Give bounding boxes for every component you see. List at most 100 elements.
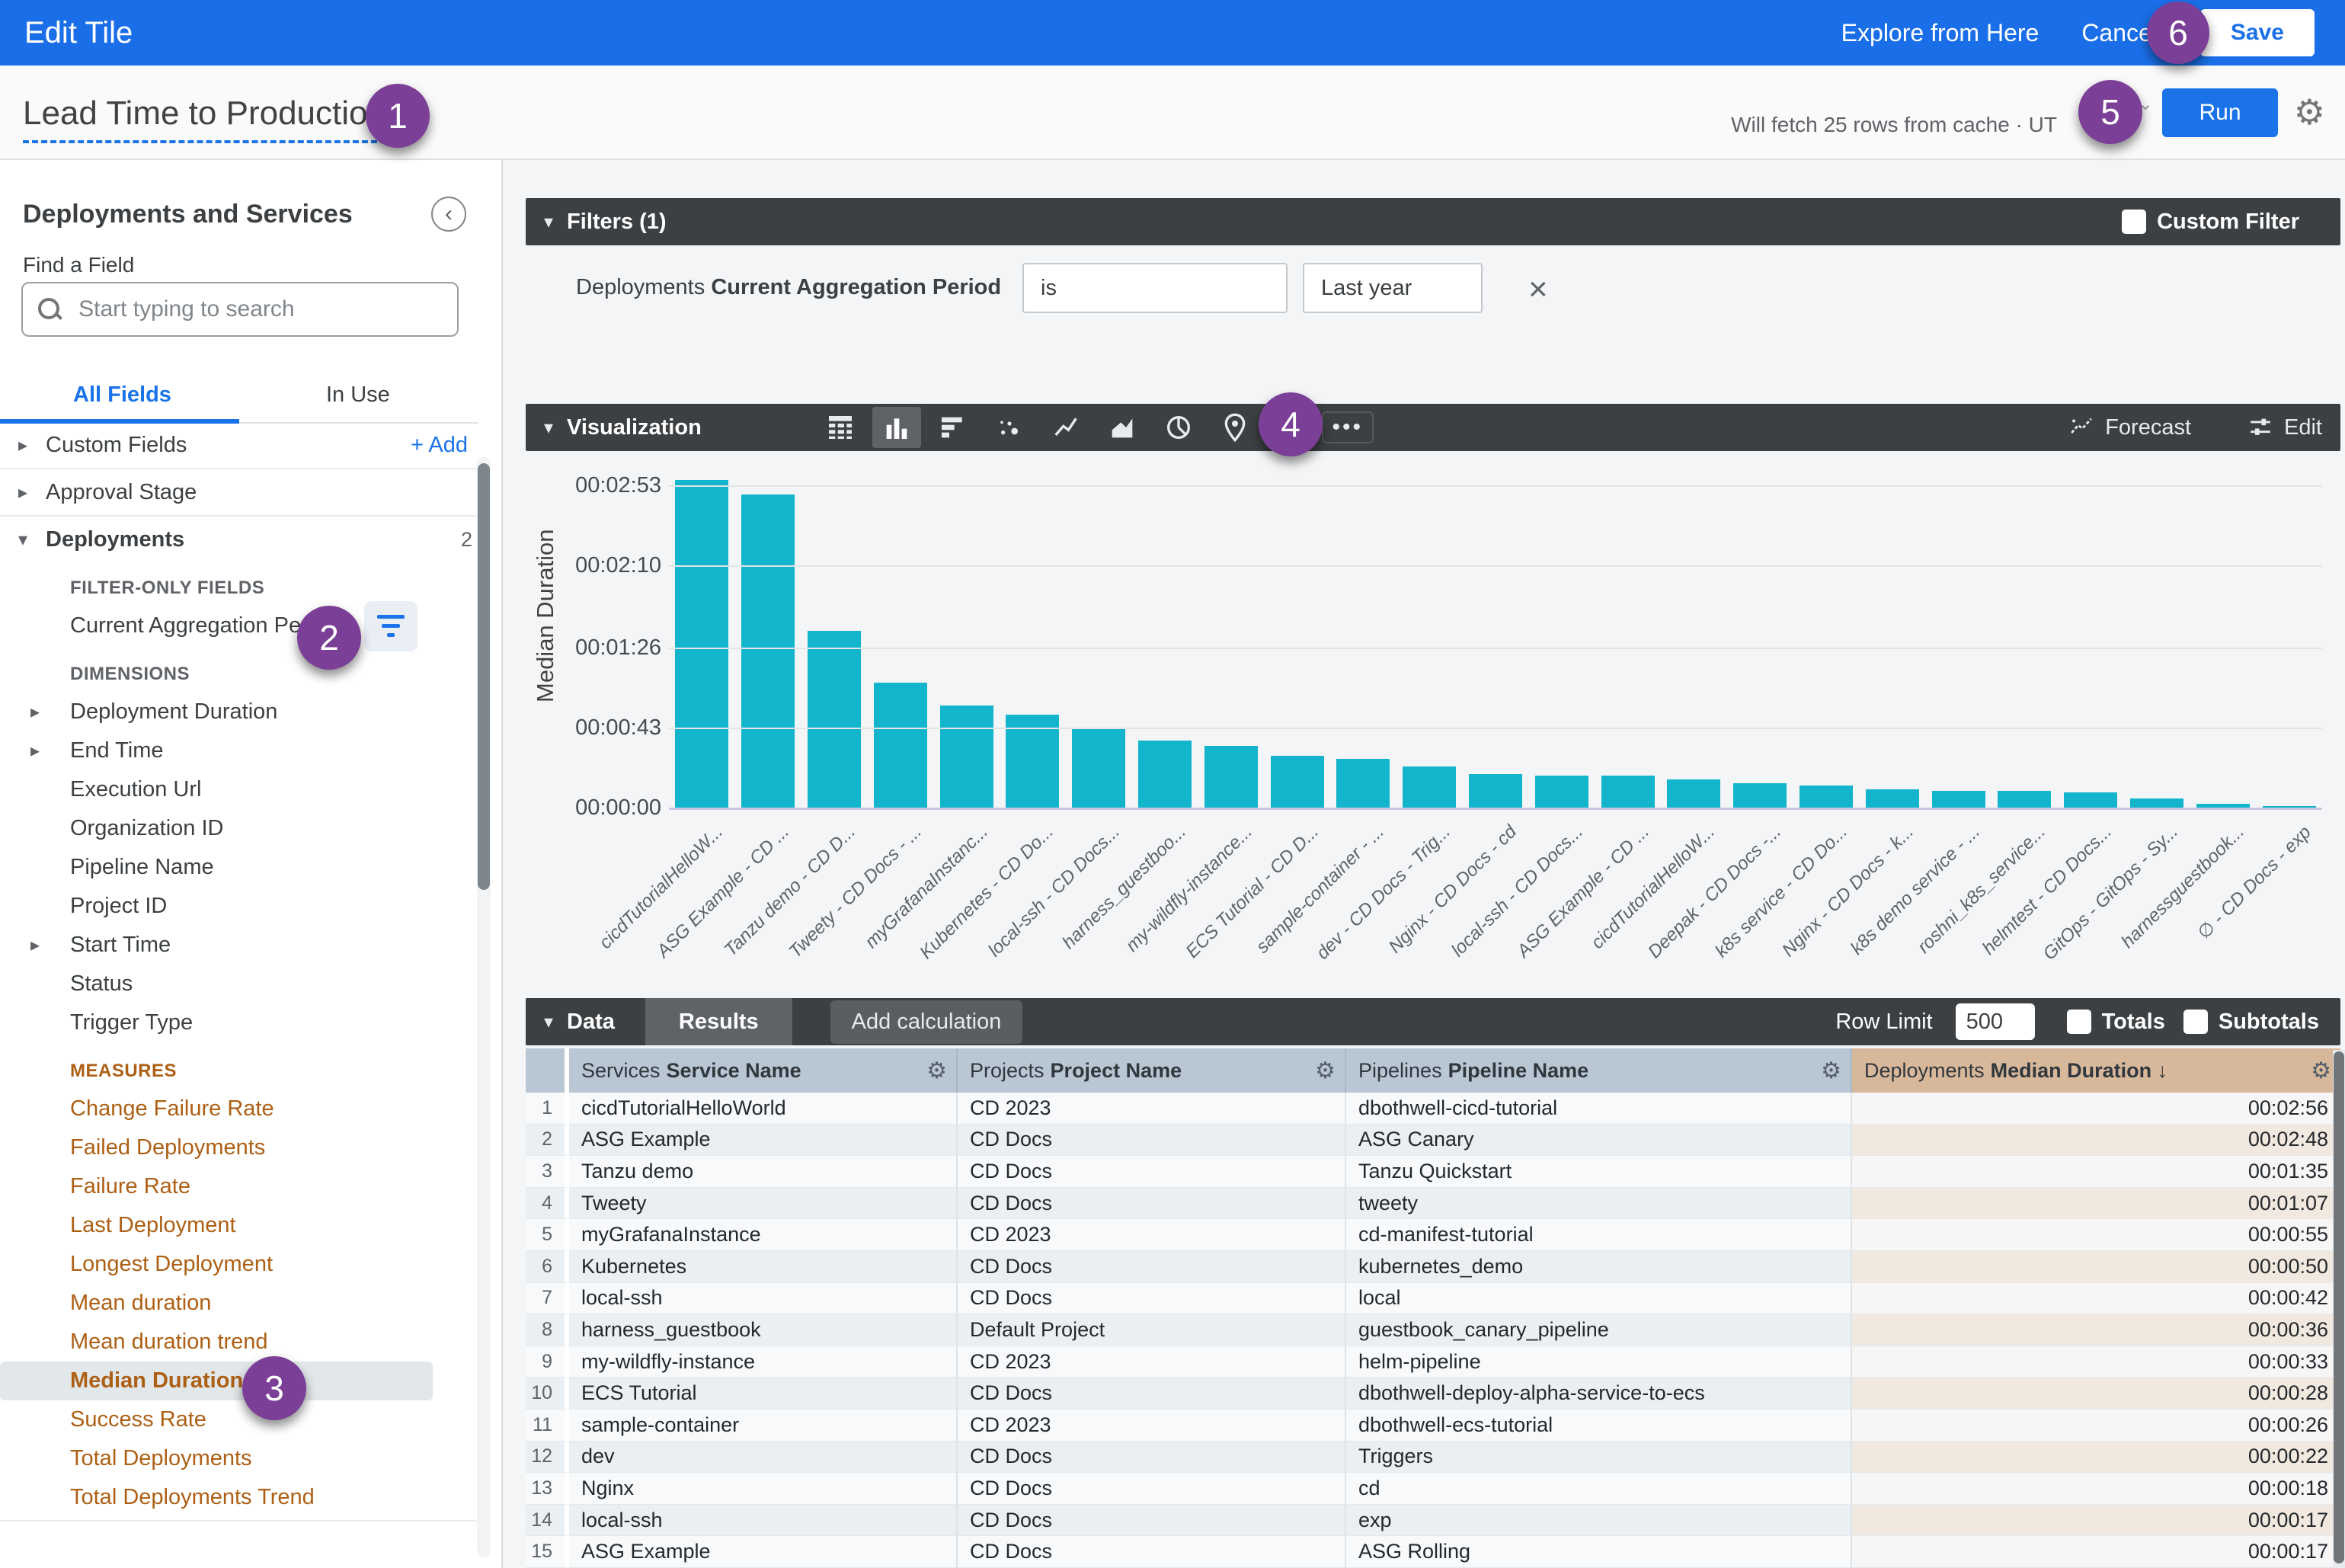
column-header[interactable]: DeploymentsMedian Duration ↓⚙ (1852, 1048, 2340, 1093)
sidebar-group-custom-fields[interactable]: ▸Custom Fields+ Add (0, 425, 478, 465)
bar[interactable] (808, 631, 861, 808)
column-gear-icon[interactable]: ⚙ (2311, 1058, 2331, 1084)
explore-from-here-link[interactable]: Explore from Here (1841, 19, 2039, 47)
measure-item[interactable]: Change Failure Rate (0, 1090, 478, 1128)
dimension-item[interactable]: Status (0, 965, 478, 1003)
filter-operator-select[interactable]: is (1022, 263, 1288, 313)
run-button[interactable]: Run (2162, 88, 2278, 137)
dimension-item[interactable]: ▸Deployment Duration (0, 693, 478, 731)
add-calculation-button[interactable]: Add calculation (830, 1000, 1023, 1044)
field-search-box[interactable] (21, 282, 459, 337)
column-gear-icon[interactable]: ⚙ (1821, 1058, 1841, 1084)
field-current-aggregation-period[interactable]: Current Aggregation Period (0, 606, 478, 645)
table-row[interactable]: 15ASG ExampleCD DocsASG Rolling00:00:17 (526, 1536, 2340, 1568)
dimension-item[interactable]: ▸End Time (0, 731, 478, 770)
table-row[interactable]: 2ASG ExampleCD DocsASG Canary00:02:48 (526, 1125, 2340, 1157)
dimension-item[interactable]: Pipeline Name (0, 848, 478, 887)
measure-item[interactable]: Median Duration (0, 1362, 433, 1400)
dimension-item[interactable]: Project ID (0, 887, 478, 926)
bar[interactable] (1072, 729, 1125, 808)
bar[interactable] (1204, 746, 1258, 808)
table-row[interactable]: 10ECS TutorialCD Docsdbothwell-deploy-al… (526, 1378, 2340, 1410)
table-row[interactable]: 6KubernetesCD Docskubernetes_demo00:00:5… (526, 1251, 2340, 1283)
results-tab[interactable]: Results (645, 998, 792, 1045)
sidebar-scrollbar[interactable] (477, 457, 491, 1557)
data-header-segment[interactable]: ▾ Data (526, 998, 645, 1045)
remove-filter-icon[interactable]: × (1528, 270, 1548, 309)
table-row[interactable]: 11sample-containerCD 2023dbothwell-ecs-t… (526, 1410, 2340, 1442)
table-icon[interactable] (816, 407, 865, 448)
table-row[interactable]: 13NginxCD Docscd00:00:18 (526, 1473, 2340, 1505)
bar[interactable] (1932, 791, 1985, 808)
sidebar-scrollbar-thumb[interactable] (478, 463, 490, 890)
bar[interactable] (741, 494, 795, 808)
tile-title-input[interactable]: Lead Time to Production (23, 94, 386, 143)
filters-header[interactable]: Filters (1) (567, 210, 667, 235)
table-row[interactable]: 5myGrafanaInstanceCD 2023cd-manifest-tut… (526, 1219, 2340, 1251)
table-row[interactable]: 4TweetyCD Docstweety00:01:07 (526, 1188, 2340, 1220)
measure-item[interactable]: Total Deployments (0, 1439, 478, 1478)
bar[interactable] (1403, 766, 1456, 808)
table-scrollbar-thumb[interactable] (2334, 1051, 2344, 1563)
table-row[interactable]: 12devCD DocsTriggers00:00:22 (526, 1442, 2340, 1474)
column-gear-icon[interactable]: ⚙ (1315, 1058, 1336, 1084)
dimension-item[interactable]: ▸Start Time (0, 926, 478, 965)
more-icon[interactable]: ••• (1323, 407, 1372, 448)
measure-item[interactable]: Failure Rate (0, 1167, 478, 1206)
dimension-item[interactable]: Organization ID (0, 809, 478, 848)
dimension-item[interactable]: Trigger Type (0, 1003, 478, 1042)
subtotals-checkbox[interactable] (2183, 1010, 2208, 1034)
bar[interactable] (2130, 798, 2183, 808)
chevron-down-icon[interactable]: ▾ (544, 417, 553, 439)
sidebar-group-deployments[interactable]: ▾Deployments2 (0, 520, 478, 559)
table-scrollbar[interactable] (2333, 1050, 2345, 1568)
filter-value-select[interactable]: Last year (1303, 263, 1483, 313)
add-custom-field-button[interactable]: + Add (411, 433, 468, 458)
sidebar-group-approval-stage[interactable]: ▸Approval Stage (0, 472, 478, 512)
bar[interactable] (675, 480, 728, 808)
scatter-icon[interactable] (985, 407, 1034, 448)
measure-item[interactable]: Mean duration (0, 1284, 478, 1323)
tab-all-fields[interactable]: All Fields (73, 382, 171, 408)
cancel-button[interactable]: Cancel (2081, 19, 2158, 47)
measure-item[interactable]: Success Rate (0, 1400, 478, 1439)
column-chart-icon[interactable] (872, 407, 921, 448)
search-input[interactable] (77, 296, 442, 323)
bar[interactable] (1800, 786, 1853, 808)
measure-item[interactable]: Mean duration trend (0, 1323, 478, 1362)
filter-by-field-icon[interactable] (364, 601, 417, 651)
measure-item[interactable]: Last Deployment (0, 1206, 478, 1245)
custom-filter-checkbox[interactable] (2122, 210, 2146, 234)
bar[interactable] (1866, 789, 1919, 808)
dimension-item[interactable]: Execution Url (0, 770, 478, 809)
bar[interactable] (1535, 776, 1588, 808)
bar[interactable] (1469, 774, 1522, 808)
bar[interactable] (1667, 779, 1720, 808)
bar[interactable] (940, 706, 993, 808)
bar[interactable] (1733, 783, 1787, 808)
table-row[interactable]: 3Tanzu demoCD DocsTanzu Quickstart00:01:… (526, 1156, 2340, 1188)
measure-item[interactable]: Failed Deployments (0, 1128, 478, 1167)
column-header[interactable]: PipelinesPipeline Name⚙ (1346, 1048, 1852, 1093)
edit-viz-button[interactable]: Edit (2247, 414, 2322, 440)
measure-item[interactable]: Longest Deployment (0, 1245, 478, 1284)
bar[interactable] (1998, 791, 2051, 808)
table-row[interactable]: 14local-sshCD Docsexp00:00:17 (526, 1505, 2340, 1537)
measure-item[interactable]: Total Deployments Trend (0, 1478, 478, 1517)
totals-checkbox[interactable] (2067, 1010, 2091, 1034)
gear-icon[interactable]: ⚙ (2294, 91, 2325, 133)
row-limit-input[interactable] (1956, 1003, 2035, 1040)
map-pin-icon[interactable] (1211, 407, 1259, 448)
line-chart-icon[interactable] (1041, 407, 1090, 448)
bar[interactable] (874, 683, 927, 808)
pie-chart-icon[interactable] (1154, 407, 1203, 448)
forecast-button[interactable]: Forecast (2068, 414, 2191, 440)
area-chart-icon[interactable] (1098, 407, 1147, 448)
collapse-panel-button[interactable]: ‹ (431, 197, 466, 232)
table-row[interactable]: 1cicdTutorialHelloWorldCD 2023dbothwell-… (526, 1093, 2340, 1125)
bar-chart-icon[interactable] (929, 407, 977, 448)
bar[interactable] (1271, 756, 1324, 808)
table-row[interactable]: 9my-wildfly-instanceCD 2023helm-pipeline… (526, 1346, 2340, 1378)
column-gear-icon[interactable]: ⚙ (926, 1058, 947, 1084)
save-button[interactable]: Save (2200, 9, 2315, 56)
